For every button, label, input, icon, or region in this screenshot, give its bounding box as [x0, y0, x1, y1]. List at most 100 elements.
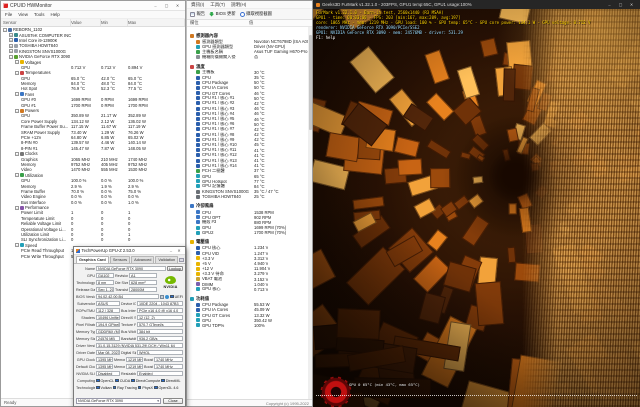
- table-row[interactable]: Operational Voltage Li...000: [1, 226, 185, 231]
- scrollbar-thumb[interactable]: [309, 35, 312, 130]
- table-row[interactable]: Reliable Voltage Limit000: [1, 221, 185, 226]
- close-button[interactable]: ✕: [175, 246, 183, 255]
- gpuz-titlebar[interactable]: TechPowerUp GPU-Z 2.53.0 – ✕: [74, 247, 185, 255]
- table-row[interactable]: Bus Interface0.0 %0.0 %1.0 %: [1, 200, 185, 205]
- table-row[interactable]: GPU65.0 °C42.0 °C65.0 °C: [1, 76, 185, 81]
- menu-item[interactable]: View: [18, 12, 28, 17]
- bios-browser-icon[interactable]: [165, 295, 169, 299]
- tab-advanced[interactable]: Advanced: [131, 256, 154, 263]
- table-row[interactable]: Temperature Limit000: [1, 216, 185, 221]
- menu-item[interactable]: 工具(T): [210, 2, 225, 8]
- table-row[interactable]: 8-PIN #0139.57 W4.46 W140.14 W: [1, 140, 185, 145]
- toolbar-button[interactable]: 報告: [190, 11, 205, 17]
- collapse-icon[interactable]: -: [15, 243, 19, 247]
- collapse-icon[interactable]: -: [15, 109, 19, 113]
- bios-save-icon[interactable]: [160, 295, 164, 299]
- menu-item[interactable]: 資訊(I): [191, 2, 204, 8]
- vulkan-checkbox[interactable]: Vulkan: [96, 386, 112, 390]
- gpu-select[interactable]: NVIDIA GeForce RTX 3090 ▾: [76, 398, 161, 404]
- table-row[interactable]: Memory84.0 °C48.0 °C84.0 °C: [1, 81, 185, 86]
- menu-item[interactable]: 說明(H): [231, 2, 246, 8]
- toolbar-button[interactable]: BIOS 更新: [209, 11, 236, 17]
- table-row[interactable]: Frame Buffer70.0 %0.0 %75.0 %: [1, 189, 185, 194]
- column-field[interactable]: 欄位: [187, 20, 249, 26]
- table-row[interactable]: GPU0.712 V0.712 V0.894 V: [1, 65, 185, 70]
- table-row[interactable]: SLI Synchronization Li...000: [1, 237, 185, 242]
- table-row[interactable]: Video1470 MHz555 MHz1530 MHz: [1, 167, 185, 172]
- close-button[interactable]: ✕: [626, 0, 637, 9]
- tab-validation[interactable]: Validation: [155, 256, 178, 263]
- expand-icon[interactable]: +: [9, 49, 13, 53]
- opencl-checkbox[interactable]: OpenCL: [96, 379, 114, 383]
- list-item[interactable]: GPU TDP%100%: [187, 323, 308, 328]
- toolbar-button[interactable]: 擷取視窗截圖: [240, 11, 272, 17]
- cpu-icon: [196, 153, 200, 157]
- column-max[interactable]: Max: [128, 19, 185, 26]
- expand-icon[interactable]: +: [9, 38, 13, 42]
- collapse-icon[interactable]: -: [15, 92, 19, 96]
- maximize-button[interactable]: ▢: [615, 0, 626, 9]
- expand-icon[interactable]: +: [9, 44, 13, 48]
- list-item[interactable]: GPU21700 RPM (70%): [187, 230, 308, 235]
- table-row[interactable]: GPU100.0 %0.0 %100.0 %: [1, 178, 185, 183]
- screenshot-camera-icon[interactable]: [179, 258, 184, 262]
- cpu-icon: [196, 127, 200, 131]
- column-value[interactable]: Value: [71, 19, 101, 26]
- table-row[interactable]: Hot Spot76.9 °C52.3 °C77.5 °C: [1, 86, 185, 91]
- scrollbar[interactable]: [308, 27, 312, 399]
- table-row[interactable]: Core Power Supply134.12 W2.12 W136.02 W: [1, 119, 185, 124]
- furmark-titlebar[interactable]: Geeks3D FurMark v1.32.1.0 - 203FPS, GPU1…: [313, 0, 640, 9]
- table-row[interactable]: PCIe +12V64.80 W6.85 W65.02 W: [1, 135, 185, 140]
- raytracing-checkbox[interactable]: Ray Tracing: [113, 386, 137, 390]
- opengl-checkbox[interactable]: OpenGL 4.6: [154, 386, 178, 390]
- minimize-button[interactable]: –: [604, 0, 615, 9]
- min-cell: 0: [101, 232, 128, 237]
- hwmonitor-titlebar[interactable]: CPUID HWMonitor – ▢ ✕: [1, 1, 185, 11]
- sensor-label: Voltages: [25, 60, 41, 65]
- column-min[interactable]: Min: [101, 19, 128, 26]
- list-item[interactable]: 機箱防撬開關入侵否: [187, 55, 308, 60]
- close-dialog-button[interactable]: Close: [163, 398, 183, 404]
- table-row[interactable]: GPU #11700 RPM0 RPM1700 RPM: [1, 102, 185, 107]
- table-row[interactable]: Memory2.9 %1.9 %2.9 %: [1, 183, 185, 188]
- list-item[interactable]: GPU 核心0.713 V: [187, 287, 308, 292]
- table-row[interactable]: GPU #01699 RPM0 RPM1699 RPM: [1, 97, 185, 102]
- table-row[interactable]: Video Engine0.0 %0.0 %0.0 %: [1, 194, 185, 199]
- maximize-button[interactable]: ▢: [161, 1, 172, 10]
- directml-checkbox[interactable]: DirectML: [161, 379, 180, 383]
- collapse-icon[interactable]: -: [9, 55, 13, 59]
- table-row[interactable]: 8-PIN #1145.47 W7.87 W148.05 W: [1, 146, 185, 151]
- collapse-icon[interactable]: -: [15, 152, 19, 156]
- expand-icon[interactable]: +: [9, 33, 13, 37]
- close-button[interactable]: ✕: [172, 1, 183, 10]
- column-sensor[interactable]: Sensor: [1, 19, 71, 26]
- list-item[interactable]: TOSHIBA HDWT84025 °C: [187, 194, 308, 199]
- table-row[interactable]: GPU350.89 W21.17 W352.89 W: [1, 113, 185, 118]
- collapse-icon[interactable]: -: [3, 28, 7, 32]
- menu-item[interactable]: Tools: [34, 12, 45, 17]
- menu-item[interactable]: Help: [50, 12, 59, 17]
- table-row[interactable]: Frame Buffer Power Su...117.15 W11.67 W1…: [1, 124, 185, 129]
- uefi-checkbox[interactable]: UEFI: [170, 295, 183, 299]
- directcompute-checkbox[interactable]: DirectCompute: [131, 379, 160, 383]
- table-row[interactable]: Graphics1065 MHz210 MHz1740 MHz: [1, 156, 185, 161]
- collapse-icon[interactable]: -: [15, 60, 19, 64]
- lookup-button[interactable]: Lookup: [167, 266, 183, 272]
- table-row[interactable]: SRAM Power Supply73.40 W1.29 W76.26 W: [1, 129, 185, 134]
- collapse-icon[interactable]: -: [15, 206, 19, 210]
- cuda-checkbox[interactable]: CUDA: [115, 379, 130, 383]
- minimize-button[interactable]: –: [150, 1, 161, 10]
- collapse-icon[interactable]: -: [15, 71, 19, 75]
- collapse-icon[interactable]: -: [15, 173, 19, 177]
- tab-graphics-card[interactable]: Graphics Card: [76, 256, 109, 263]
- desktop: CPUID HWMonitor – ▢ ✕ FileViewToolsHelp …: [0, 0, 640, 407]
- physx-checkbox[interactable]: PhysX: [138, 386, 153, 390]
- menu-item[interactable]: File: [5, 12, 12, 17]
- sensor-name-cell: PCIe +12V: [1, 135, 71, 140]
- tab-sensors[interactable]: Sensors: [110, 256, 130, 263]
- column-value[interactable]: 值: [249, 20, 312, 26]
- table-row[interactable]: Memory9752 MHz405 MHz9752 MHz: [1, 162, 185, 167]
- table-row[interactable]: Utilization Limit001: [1, 232, 185, 237]
- table-row[interactable]: Power Limit101: [1, 210, 185, 215]
- minimize-button[interactable]: –: [167, 246, 175, 255]
